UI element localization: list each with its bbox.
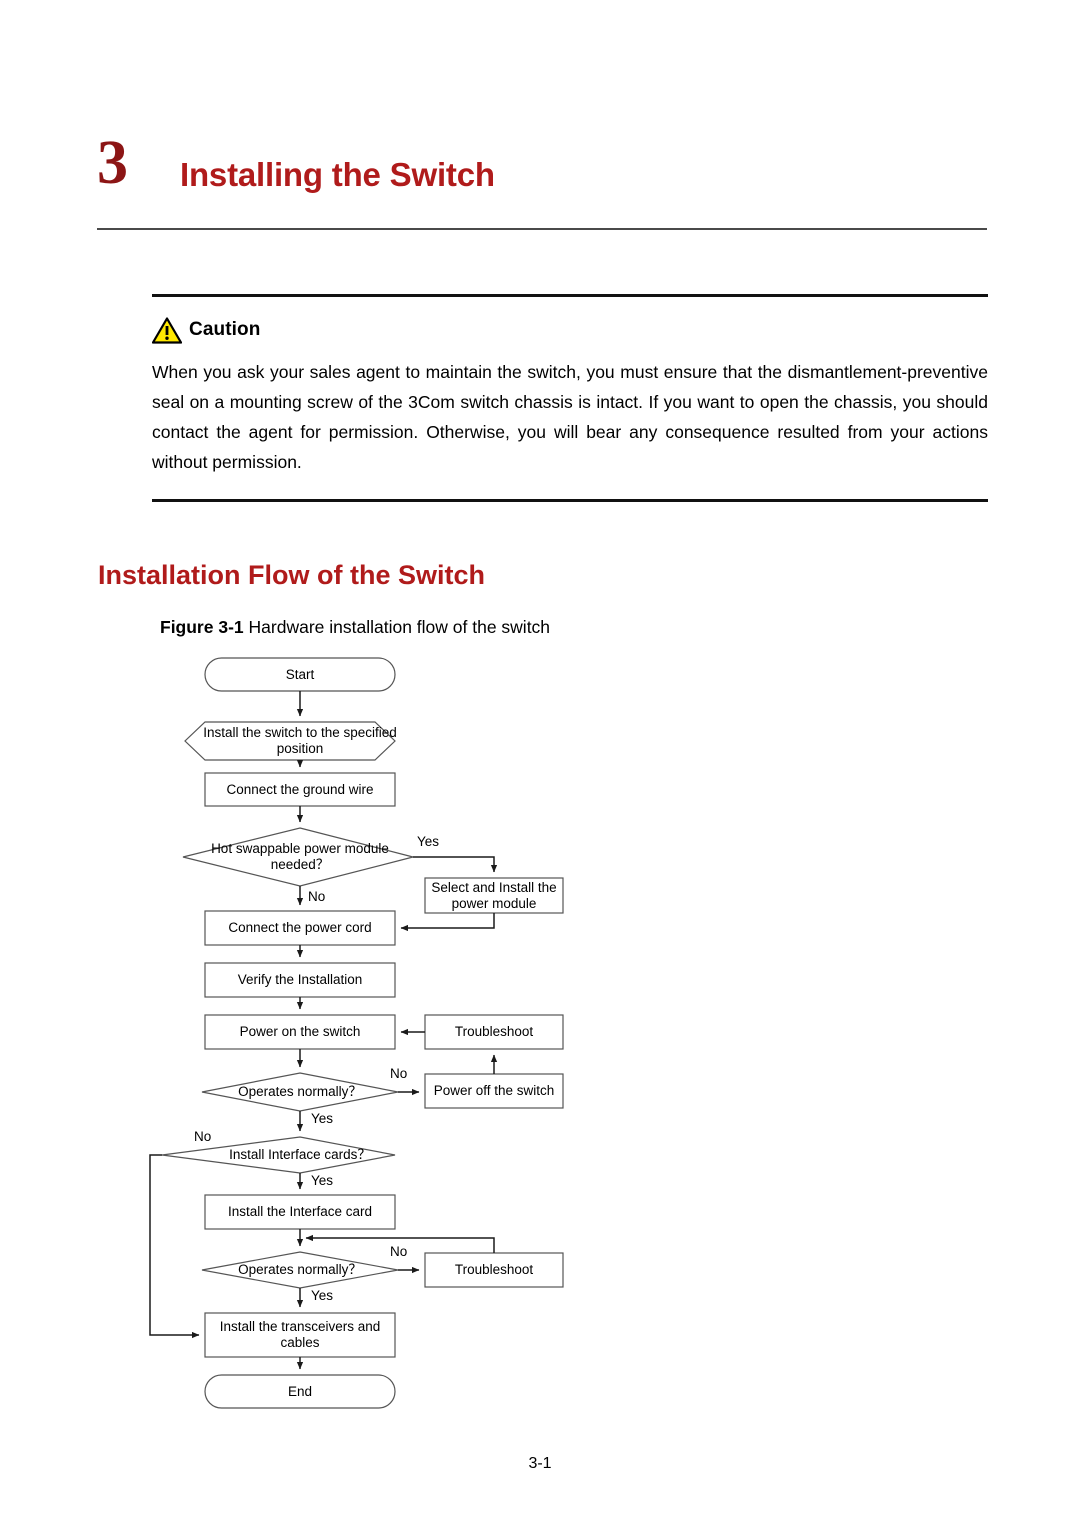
header-divider	[97, 228, 987, 230]
edge-label-operates-1-yes: Yes	[311, 1111, 334, 1126]
section-heading: Installation Flow of the Switch	[98, 560, 486, 590]
figure-caption-text: Hardware installation flow of the switch	[248, 617, 551, 637]
node-shape-install-position	[184, 721, 396, 761]
node-shape-power-off	[424, 1073, 564, 1109]
caution-header: Caution	[152, 315, 988, 345]
caution-text: When you ask your sales agent to maintai…	[152, 362, 988, 472]
node-shape-verify	[204, 962, 396, 998]
figure-label: Figure 3-1	[160, 617, 244, 637]
edge-label-hot-swappable-yes: Yes	[417, 834, 440, 849]
figure-caption: Figure 3-1 Hardware installation flow of…	[160, 617, 550, 638]
node-shape-start	[204, 657, 396, 692]
node-shape-operates-2	[201, 1251, 399, 1289]
edge-label-operates-2-yes: Yes	[311, 1288, 334, 1303]
caution-block: Caution When you ask your sales agent to…	[152, 294, 988, 502]
node-shape-troubleshoot-1	[424, 1014, 564, 1050]
warning-triangle-icon	[152, 316, 182, 344]
edge-label-operates-1-no: No	[390, 1066, 408, 1081]
node-shape-hot-swappable	[182, 827, 414, 887]
edge-hot-swappable-yes	[413, 856, 498, 873]
page-footer: 3-1	[0, 1455, 1080, 1473]
edge-label-hot-swappable-no: No	[308, 889, 326, 904]
page-number: 3-1	[528, 1455, 552, 1472]
caution-body: When you ask your sales agent to maintai…	[152, 357, 988, 477]
edge-power-module-to-power-cord	[400, 913, 495, 932]
chapter-number: 3	[97, 129, 128, 197]
node-shape-power-cord	[204, 910, 396, 946]
edge-label-operates-2-no: No	[390, 1244, 408, 1259]
node-shape-ground-wire	[204, 772, 396, 807]
node-shape-operates-1	[201, 1072, 399, 1112]
node-shape-select-power-module	[424, 877, 564, 914]
chapter-header: 3 Installing the Switch	[97, 132, 987, 230]
page-title: Installing the Switch	[180, 156, 495, 193]
node-shape-power-on	[204, 1014, 396, 1050]
caution-label: Caution	[189, 319, 261, 340]
node-shape-troubleshoot-2	[424, 1252, 564, 1288]
caution-top-divider	[152, 294, 988, 297]
edge-install-cards-no	[149, 1154, 200, 1339]
caution-bottom-divider	[152, 499, 988, 502]
flowchart-canvas	[149, 657, 564, 1409]
installation-flow-diagram: Start Install the switch to the specifie…	[140, 650, 600, 1420]
node-shape-end	[204, 1374, 396, 1409]
edge-label-install-cards-no: No	[194, 1129, 212, 1144]
node-shape-transceivers	[204, 1312, 396, 1358]
edge-label-install-cards-yes: Yes	[311, 1173, 334, 1188]
node-shape-install-card	[204, 1194, 396, 1230]
